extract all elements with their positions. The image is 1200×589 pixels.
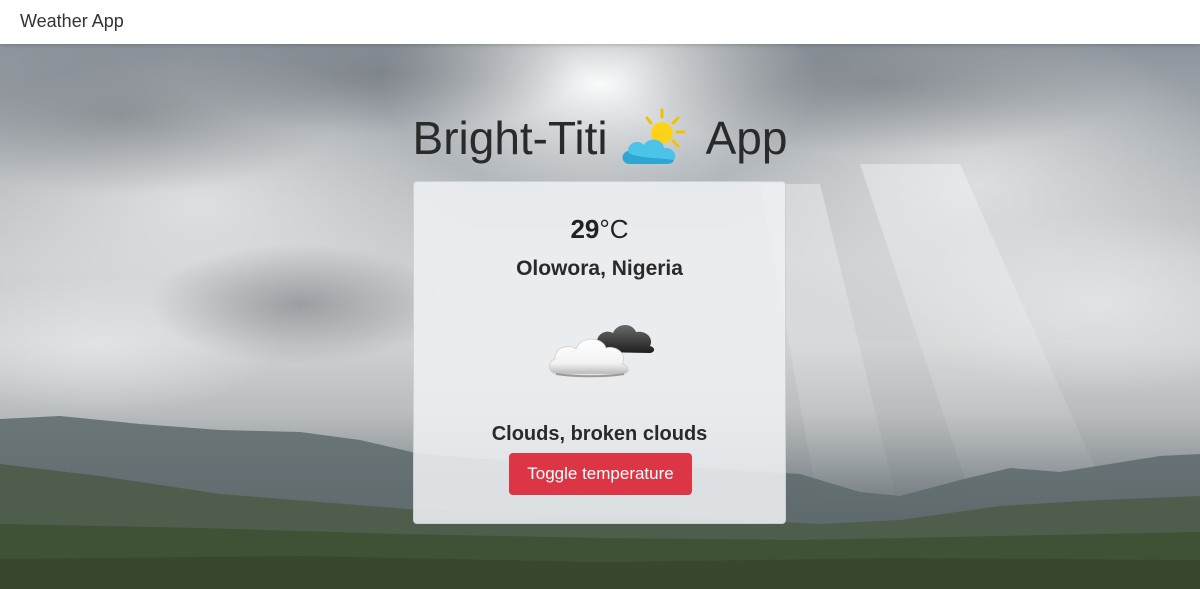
app-title-right: App	[705, 112, 788, 164]
hero-background: Bright-Titi App 29°C Olowora, Nigeria Cl…	[0, 44, 1200, 589]
location-label: Olowora, Nigeria	[516, 257, 683, 280]
navbar-brand[interactable]: Weather App	[20, 11, 124, 32]
navbar: Weather App	[0, 0, 1200, 44]
app-title: Bright-Titi App	[0, 106, 1200, 170]
app-title-left: Bright-Titi	[412, 112, 608, 164]
temperature-unit: °C	[599, 214, 629, 244]
broken-clouds-icon	[546, 314, 658, 380]
weather-description: Clouds, broken clouds	[491, 423, 708, 445]
temperature-value: 29	[570, 214, 600, 244]
toggle-temperature-button[interactable]: Toggle temperature	[509, 453, 692, 495]
temperature-display: 29°C	[414, 214, 785, 245]
weather-card: 29°C Olowora, Nigeria Clouds, broken clo…	[413, 181, 786, 524]
sun-behind-cloud-icon	[618, 106, 692, 170]
